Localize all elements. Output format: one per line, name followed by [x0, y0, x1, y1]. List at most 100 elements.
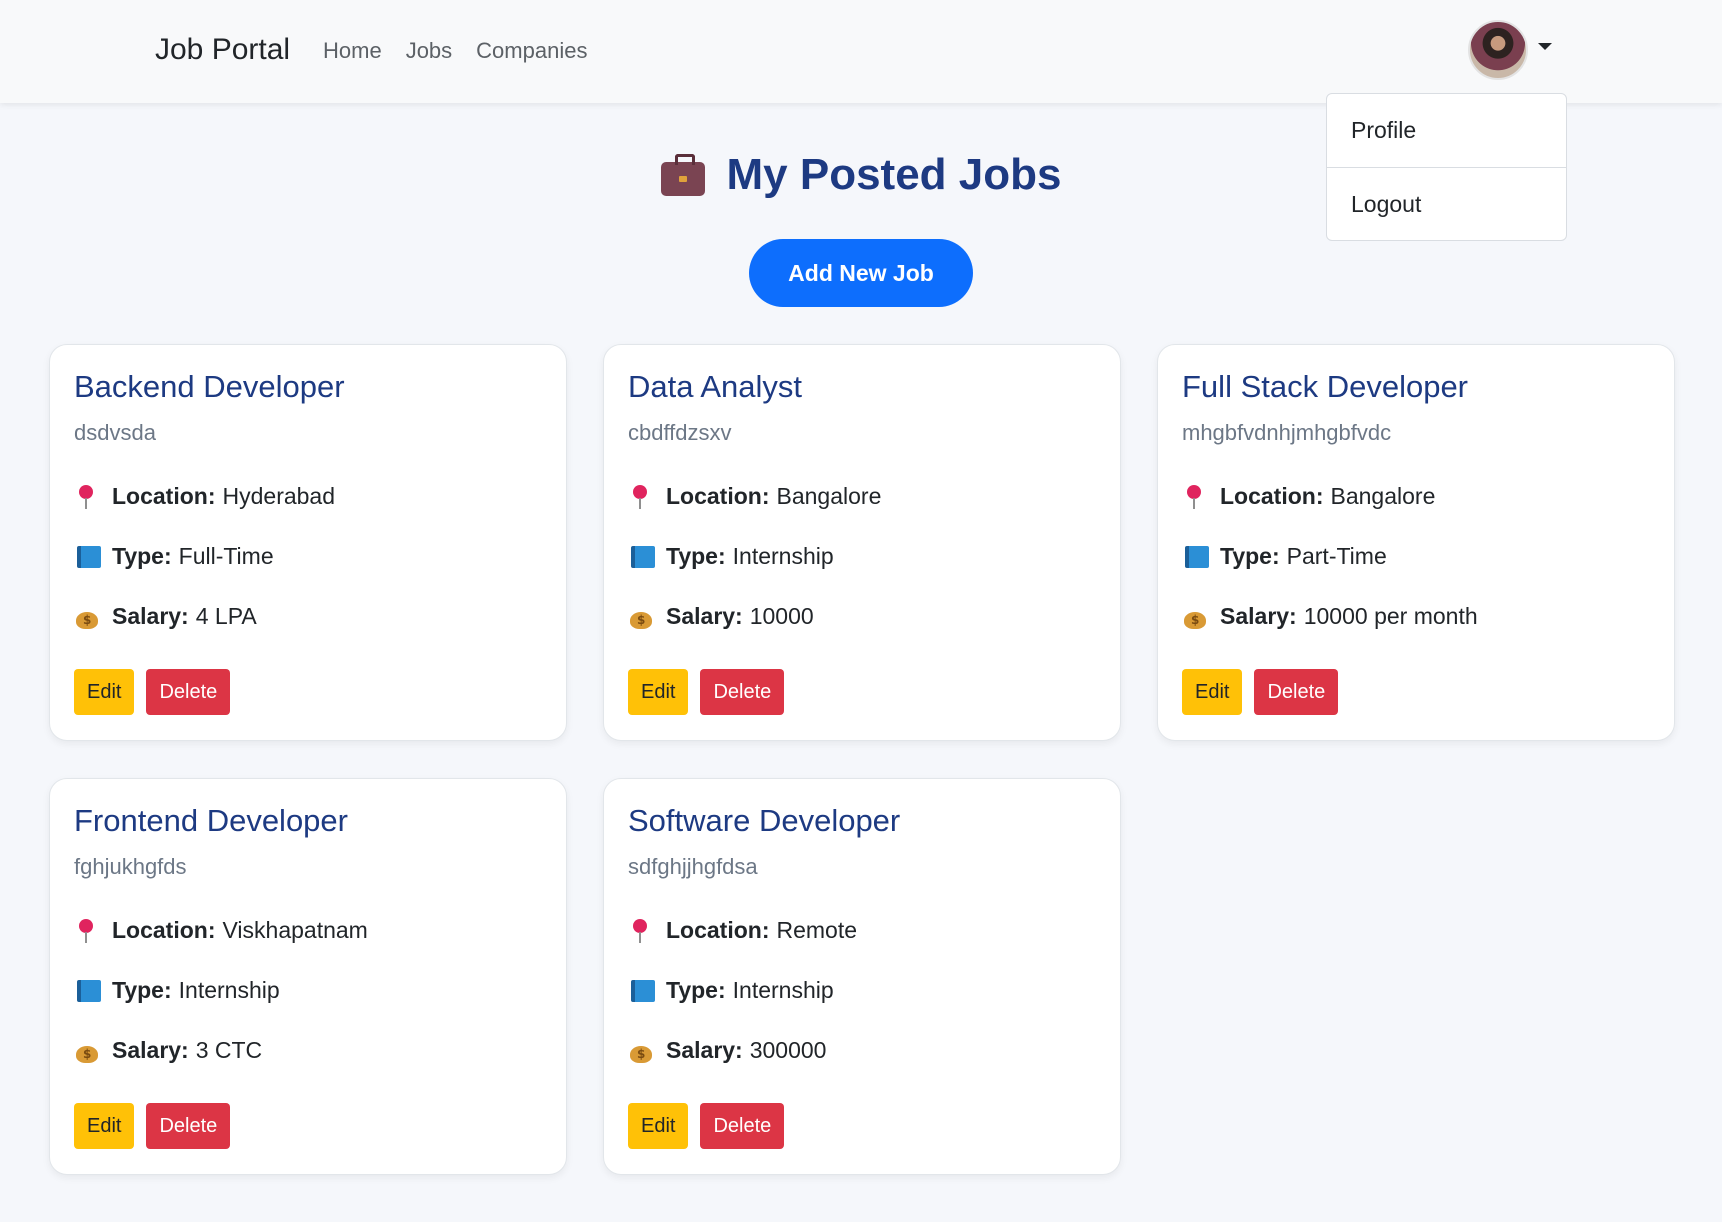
salary-value: 3 CTC	[195, 1037, 263, 1063]
book-icon	[74, 544, 101, 570]
job-card: Frontend Developer fghjukhgfds Location:…	[49, 778, 567, 1175]
type-value: Full-Time	[178, 543, 274, 569]
pin-icon	[74, 918, 100, 944]
salary-label: Salary:	[666, 603, 743, 629]
book-icon	[628, 544, 655, 570]
pin-icon	[628, 484, 654, 510]
money-bag-icon	[74, 604, 100, 630]
location-value: Viskhapatnam	[222, 917, 368, 943]
type-value: Internship	[178, 977, 280, 1003]
job-title: Frontend Developer	[74, 803, 348, 838]
job-salary: Salary: 3 CTC	[74, 1037, 262, 1064]
book-icon	[628, 978, 655, 1004]
type-value: Internship	[732, 543, 834, 569]
type-value: Internship	[732, 977, 834, 1003]
job-description: mhgbfvdnhjmhgbfvdc	[1182, 420, 1392, 445]
type-label: Type:	[112, 977, 172, 1003]
pin-icon	[628, 918, 654, 944]
location-value: Remote	[776, 917, 858, 943]
card-actions: Edit Delete	[1182, 669, 1339, 715]
job-title: Full Stack Developer	[1182, 369, 1469, 404]
job-type: Type: Part-Time	[1182, 543, 1387, 570]
pin-icon	[1182, 484, 1208, 510]
edit-button[interactable]: Edit	[1182, 669, 1243, 715]
job-title: Data Analyst	[628, 369, 803, 404]
job-salary: Salary: 10000	[628, 603, 814, 630]
job-location: Location: Viskhapatnam	[74, 917, 368, 944]
nav-link-home[interactable]: Home	[323, 38, 382, 64]
money-bag-icon	[74, 1038, 100, 1064]
job-location: Location: Hyderabad	[74, 483, 335, 510]
job-title: Backend Developer	[74, 369, 345, 404]
job-description: dsdvsda	[74, 420, 156, 445]
card-actions: Edit Delete	[74, 1103, 231, 1149]
job-card: Software Developer sdfghjjhgfdsa Locatio…	[603, 778, 1121, 1175]
user-menu-toggle[interactable]	[1468, 20, 1552, 80]
book-icon	[74, 978, 101, 1004]
job-card: Full Stack Developer mhgbfvdnhjmhgbfvdc …	[1157, 344, 1675, 741]
job-type: Type: Internship	[74, 977, 280, 1004]
salary-label: Salary:	[112, 1037, 189, 1063]
salary-label: Salary:	[112, 603, 189, 629]
avatar[interactable]	[1468, 20, 1528, 80]
location-label: Location:	[666, 483, 770, 509]
location-label: Location:	[1220, 483, 1324, 509]
delete-button[interactable]: Delete	[1254, 669, 1339, 715]
delete-button[interactable]: Delete	[700, 669, 785, 715]
job-title: Software Developer	[628, 803, 901, 838]
edit-button[interactable]: Edit	[628, 669, 689, 715]
card-actions: Edit Delete	[628, 1103, 785, 1149]
salary-value: 4 LPA	[195, 603, 257, 629]
location-label: Location:	[666, 917, 770, 943]
job-description: fghjukhgfds	[74, 854, 187, 879]
job-location: Location: Remote	[628, 917, 857, 944]
page-title-text: My Posted Jobs	[726, 150, 1062, 199]
job-type: Type: Internship	[628, 543, 834, 570]
add-new-job-button[interactable]: Add New Job	[749, 239, 973, 307]
job-location: Location: Bangalore	[1182, 483, 1435, 510]
job-type: Type: Internship	[628, 977, 834, 1004]
location-label: Location:	[112, 917, 216, 943]
delete-button[interactable]: Delete	[700, 1103, 785, 1149]
type-label: Type:	[666, 543, 726, 569]
nav-links: Home Jobs Companies	[323, 38, 587, 64]
delete-button[interactable]: Delete	[146, 1103, 231, 1149]
job-salary: Salary: 10000 per month	[1182, 603, 1478, 630]
brand-link[interactable]: Job Portal	[155, 33, 290, 67]
card-actions: Edit Delete	[74, 669, 231, 715]
job-description: sdfghjjhgfdsa	[628, 854, 758, 879]
job-type: Type: Full-Time	[74, 543, 274, 570]
book-icon	[1182, 544, 1209, 570]
type-value: Part-Time	[1286, 543, 1387, 569]
location-value: Hyderabad	[222, 483, 336, 509]
money-bag-icon	[628, 604, 654, 630]
edit-button[interactable]: Edit	[74, 669, 135, 715]
job-location: Location: Bangalore	[628, 483, 881, 510]
briefcase-icon	[660, 154, 705, 196]
location-label: Location:	[112, 483, 216, 509]
navbar: Job Portal Home Jobs Companies	[0, 0, 1722, 103]
job-salary: Salary: 300000	[628, 1037, 826, 1064]
salary-value: 300000	[749, 1037, 827, 1063]
type-label: Type:	[1220, 543, 1280, 569]
delete-button[interactable]: Delete	[146, 669, 231, 715]
type-label: Type:	[666, 977, 726, 1003]
job-salary: Salary: 4 LPA	[74, 603, 257, 630]
pin-icon	[74, 484, 100, 510]
location-value: Bangalore	[776, 483, 882, 509]
edit-button[interactable]: Edit	[628, 1103, 689, 1149]
nav-link-companies[interactable]: Companies	[476, 38, 587, 64]
salary-value: 10000	[749, 603, 814, 629]
card-actions: Edit Delete	[628, 669, 785, 715]
salary-label: Salary:	[1220, 603, 1297, 629]
type-label: Type:	[112, 543, 172, 569]
nav-link-jobs[interactable]: Jobs	[406, 38, 452, 64]
salary-value: 10000 per month	[1303, 603, 1478, 629]
edit-button[interactable]: Edit	[74, 1103, 135, 1149]
location-value: Bangalore	[1330, 483, 1436, 509]
job-card: Data Analyst cbdffdzsxv Location: Bangal…	[603, 344, 1121, 741]
job-description: cbdffdzsxv	[628, 420, 732, 445]
caret-down-icon[interactable]	[1538, 42, 1552, 50]
salary-label: Salary:	[666, 1037, 743, 1063]
money-bag-icon	[628, 1038, 654, 1064]
